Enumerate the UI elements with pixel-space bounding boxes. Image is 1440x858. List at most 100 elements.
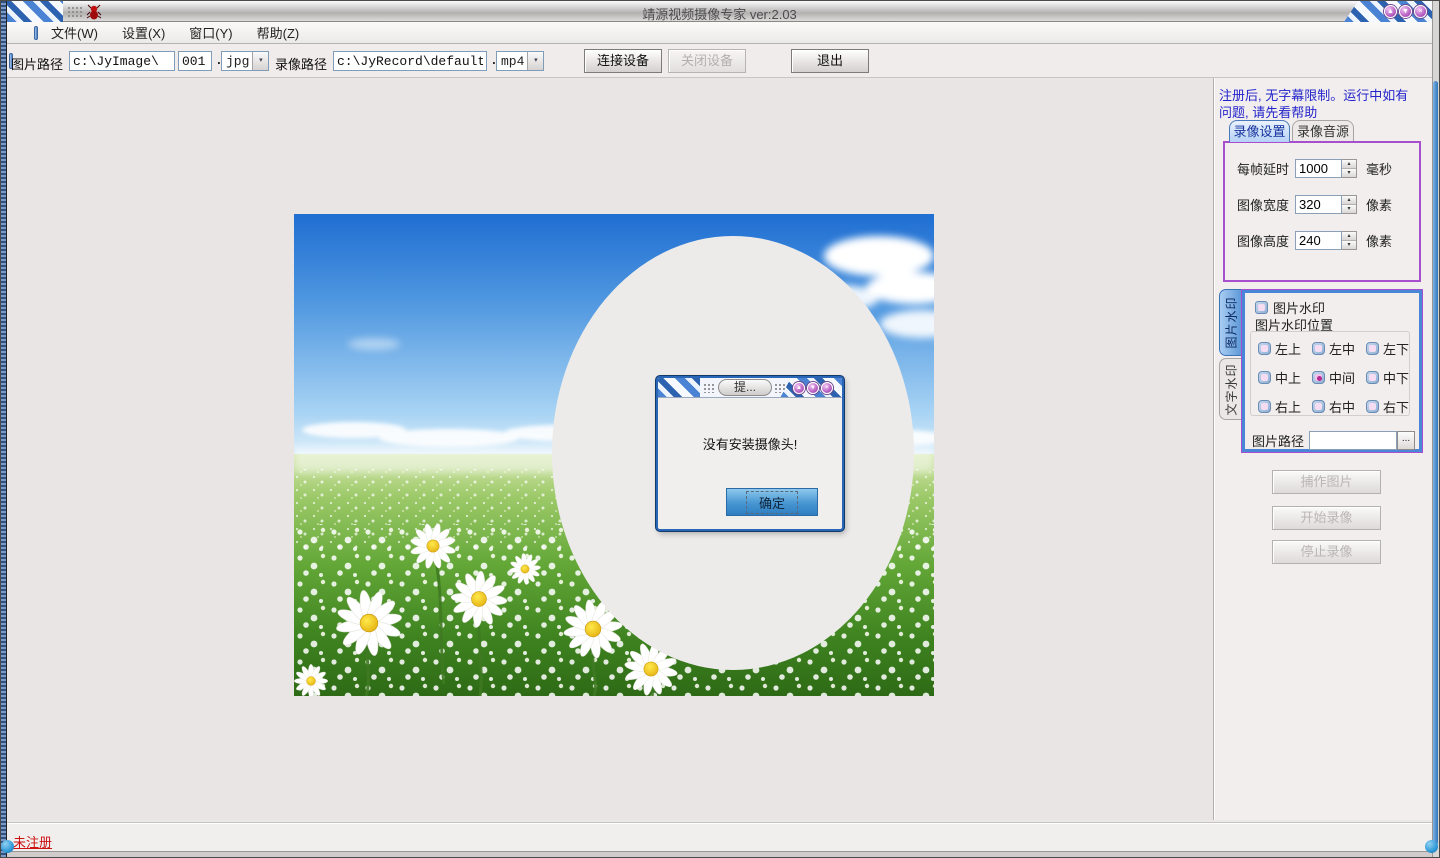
position-label: 左下 xyxy=(1383,339,1409,358)
register-notice: 注册后, 无字幕限制。运行中如有 问题, 请先看帮助 xyxy=(1219,87,1431,121)
browse-button[interactable]: ... xyxy=(1397,431,1415,450)
skin-corner-ball-left xyxy=(1,840,14,853)
dialog-title-bar: 提... ▲ ▼ × xyxy=(658,378,842,398)
image-ext-combo[interactable]: jpg ▾ xyxy=(221,51,269,71)
window-controls: ▲ ▼ × xyxy=(1344,1,1432,22)
vtab-image-watermark[interactable]: 图片水印 xyxy=(1219,289,1241,356)
menu-item-help[interactable]: 帮助(Z) xyxy=(246,23,311,42)
image-width-unit: 像素 xyxy=(1366,195,1392,214)
restore-button[interactable]: ▼ xyxy=(1399,5,1412,18)
menu-gripper xyxy=(34,26,38,40)
tab-record-settings[interactable]: 录像设置 xyxy=(1229,120,1290,142)
watermark-path-label: 图片路径 xyxy=(1252,431,1304,450)
position-radio-center[interactable] xyxy=(1312,371,1325,384)
image-width-input[interactable] xyxy=(1295,195,1342,214)
position-label: 左上 xyxy=(1275,339,1301,358)
position-label: 右下 xyxy=(1383,397,1409,416)
chevron-down-icon[interactable]: ▾ xyxy=(252,52,268,70)
position-label: 右上 xyxy=(1275,397,1301,416)
window-title: 靖源视频摄像专家 ver:2.03 xyxy=(7,4,1432,23)
spin-down-icon[interactable]: ▾ xyxy=(1342,241,1356,249)
frame-delay-label: 每帧延时 xyxy=(1237,159,1295,178)
exit-button[interactable]: 退出 xyxy=(791,49,869,73)
app-window: 靖源视频摄像专家 ver:2.03 ▲ ▼ × 文件(W) 设置(X) 窗口(Y… xyxy=(0,0,1440,858)
menu-item-window[interactable]: 窗口(Y) xyxy=(178,23,243,42)
frame-delay-row: 每帧延时 ▴ ▾ 毫秒 xyxy=(1237,159,1392,178)
menu-item-file[interactable]: 文件(W) xyxy=(40,23,109,42)
image-watermark-checkbox[interactable] xyxy=(1255,301,1268,314)
watermark-path-input[interactable] xyxy=(1309,431,1397,450)
settings-panel: 注册后, 无字幕限制。运行中如有 问题, 请先看帮助 录像设置 录像音源 每帧延… xyxy=(1215,78,1432,820)
status-bar: 未注册 xyxy=(7,822,1432,853)
position-radio-top-left[interactable] xyxy=(1258,342,1271,355)
chevron-down-icon[interactable]: ▾ xyxy=(527,52,543,70)
dialog-titlebar-dots xyxy=(703,383,716,393)
image-height-label: 图像高度 xyxy=(1237,231,1295,250)
image-width-stepper[interactable]: ▴ ▾ xyxy=(1342,195,1357,214)
spin-up-icon[interactable]: ▴ xyxy=(1342,232,1356,241)
capture-settings-group: 每帧延时 ▴ ▾ 毫秒 图像宽度 ▴ ▾ xyxy=(1223,141,1421,282)
position-label: 左中 xyxy=(1329,339,1355,358)
position-radio-bottom-right[interactable] xyxy=(1366,400,1379,413)
image-height-row: 图像高度 ▴ ▾ 像素 xyxy=(1237,231,1392,250)
connect-device-button[interactable]: 连接设备 xyxy=(584,49,662,73)
image-path-input[interactable] xyxy=(69,51,175,71)
skin-corner-ball-right xyxy=(1425,840,1438,853)
position-radio-bottom-center[interactable] xyxy=(1366,371,1379,384)
notice-line-1: 注册后, 无字幕限制。运行中如有 xyxy=(1219,87,1431,104)
vtab-image-watermark-label: 图片水印 xyxy=(1222,296,1239,348)
dialog-restore-button[interactable]: ▼ xyxy=(807,382,819,394)
dialog-controls: ▲ ▼ × xyxy=(780,378,842,398)
dialog-close-button[interactable]: × xyxy=(821,382,833,394)
spin-up-icon[interactable]: ▴ xyxy=(1342,196,1356,205)
capture-image-button[interactable]: 捕作图片 xyxy=(1272,470,1381,494)
image-height-input[interactable] xyxy=(1295,231,1342,250)
dialog-message: 没有安装摄像头! xyxy=(658,434,842,453)
spin-down-icon[interactable]: ▾ xyxy=(1342,205,1356,213)
dialog-minimize-button[interactable]: ▲ xyxy=(793,382,805,394)
frame-delay-unit: 毫秒 xyxy=(1366,159,1392,178)
image-ext-value: jpg xyxy=(222,52,252,70)
toolbar: 图片路径 . jpg ▾ 录像路径 . mp4 ▾ 连接设备 关闭设备 退出 xyxy=(7,44,1432,78)
frame-delay-input[interactable] xyxy=(1295,159,1342,178)
record-ext-value: mp4 xyxy=(497,52,527,70)
position-radio-middle-right[interactable] xyxy=(1312,400,1325,413)
record-ext-combo[interactable]: mp4 ▾ xyxy=(496,51,544,71)
position-radio-top-right[interactable] xyxy=(1258,400,1271,413)
record-path-input[interactable] xyxy=(333,51,487,71)
position-label: 中下 xyxy=(1383,368,1409,387)
register-link[interactable]: 未注册 xyxy=(13,832,52,851)
title-bar: 靖源视频摄像专家 ver:2.03 ▲ ▼ × xyxy=(7,1,1432,22)
spin-down-icon[interactable]: ▾ xyxy=(1342,169,1356,177)
image-watermark-panel: 图片水印 图片水印位置 左上 左中 左下 中上 xyxy=(1241,289,1423,453)
window-right-border xyxy=(1432,1,1439,858)
vtab-text-watermark-label: 文字水印 xyxy=(1222,363,1239,415)
image-width-label: 图像宽度 xyxy=(1237,195,1295,214)
position-label: 右中 xyxy=(1329,397,1355,416)
ok-button[interactable]: 确定 xyxy=(726,488,818,516)
stop-record-button[interactable]: 停止录像 xyxy=(1272,540,1381,564)
frame-delay-stepper[interactable]: ▴ ▾ xyxy=(1342,159,1357,178)
close-device-button[interactable]: 关闭设备 xyxy=(668,49,746,73)
image-width-row: 图像宽度 ▴ ▾ 像素 xyxy=(1237,195,1392,214)
position-radio-bottom-left[interactable] xyxy=(1366,342,1379,355)
menu-bar: 文件(W) 设置(X) 窗口(Y) 帮助(Z) xyxy=(7,22,1432,44)
notice-line-2: 问题, 请先看帮助 xyxy=(1219,104,1431,121)
position-label: 中上 xyxy=(1275,368,1301,387)
image-seq-input[interactable] xyxy=(178,51,212,71)
image-height-stepper[interactable]: ▴ ▾ xyxy=(1342,231,1357,250)
image-height-unit: 像素 xyxy=(1366,231,1392,250)
spin-up-icon[interactable]: ▴ xyxy=(1342,160,1356,169)
position-radio-middle-left[interactable] xyxy=(1312,342,1325,355)
start-record-button[interactable]: 开始录像 xyxy=(1272,506,1381,530)
position-radio-top-center[interactable] xyxy=(1258,371,1271,384)
dialog-titlebar-stripes xyxy=(658,378,700,398)
minimize-button[interactable]: ▲ xyxy=(1384,5,1397,18)
menu-item-settings[interactable]: 设置(X) xyxy=(111,23,176,42)
tab-record-audio-source[interactable]: 录像音源 xyxy=(1292,120,1354,142)
position-label: 中间 xyxy=(1329,368,1355,387)
image-path-label: 图片路径 xyxy=(11,54,63,73)
close-button[interactable]: × xyxy=(1414,5,1427,18)
vtab-text-watermark[interactable]: 文字水印 xyxy=(1219,358,1241,420)
message-dialog: 提... ▲ ▼ × 没有安装摄像头! 确定 xyxy=(656,376,844,531)
